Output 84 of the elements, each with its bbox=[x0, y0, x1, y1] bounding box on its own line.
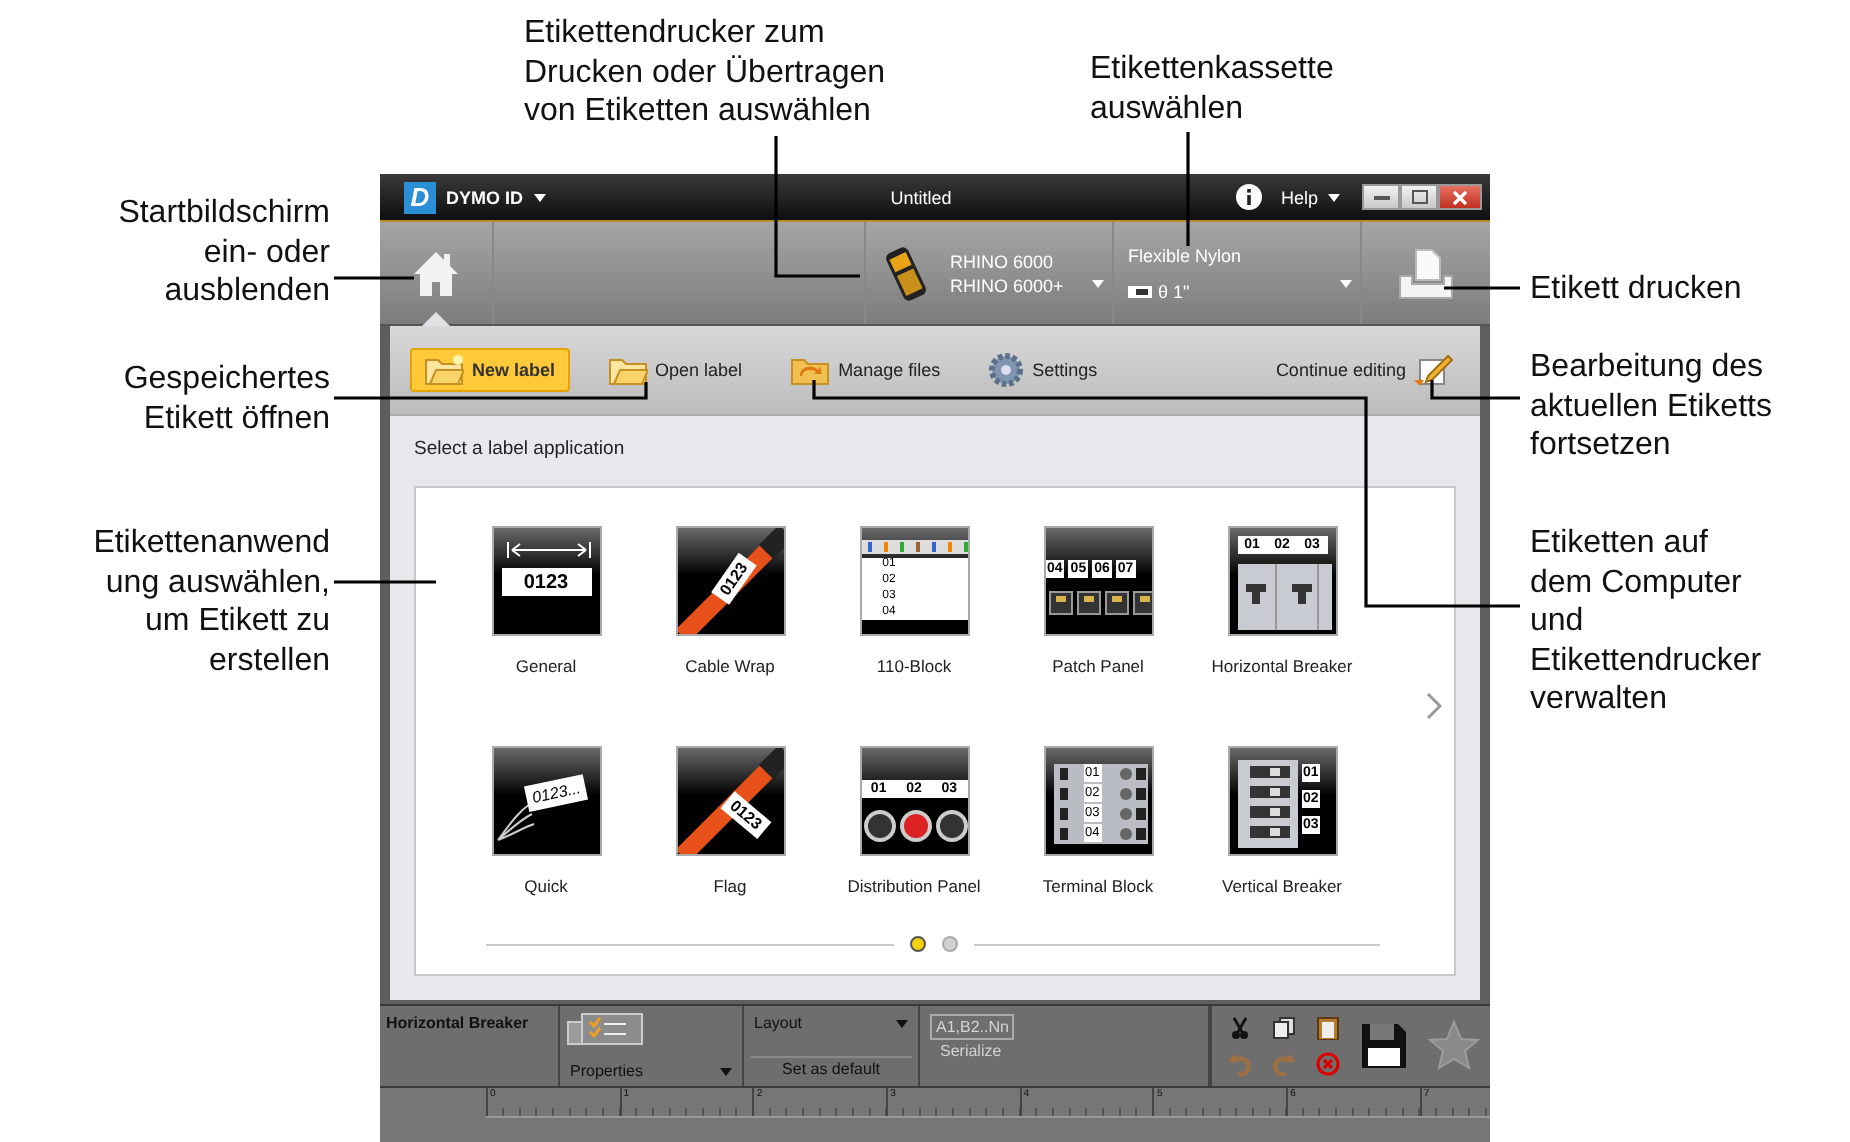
leader-line bbox=[1186, 132, 1190, 246]
caret-icon bbox=[1328, 193, 1340, 201]
callout-text: Gespeichertes Etikett öffnen bbox=[123, 360, 330, 438]
application-label: Distribution Panel bbox=[847, 876, 981, 896]
help-menu[interactable]: Help bbox=[1280, 187, 1318, 207]
breaker-drawing bbox=[1237, 564, 1331, 630]
maximize-button[interactable] bbox=[1400, 184, 1438, 210]
star-icon[interactable] bbox=[1428, 1020, 1480, 1072]
cassette-size: θ 1" bbox=[1158, 281, 1190, 301]
callout-text: Etikett drucken bbox=[1530, 270, 1742, 309]
callout-text: Etikettenanwend ung auswählen, um Etikett zu erstellen bbox=[93, 524, 330, 680]
set-default-button[interactable]: Set as default bbox=[750, 1056, 912, 1080]
callout-text: Etikettenkassette auswählen bbox=[1090, 50, 1334, 128]
application-label: Patch Panel bbox=[1052, 656, 1144, 676]
label-number: 0123 bbox=[521, 573, 571, 591]
properties-icon bbox=[566, 1012, 646, 1048]
printer-name: RHINO 6000+ bbox=[950, 275, 1066, 295]
continue-editing-button[interactable]: Continue editing bbox=[1265, 348, 1464, 392]
application-label: Flag bbox=[713, 876, 747, 896]
close-button[interactable] bbox=[1438, 184, 1482, 210]
tape-icon bbox=[1128, 284, 1152, 298]
socket-row-drawing bbox=[861, 808, 967, 844]
caret-icon bbox=[1092, 279, 1104, 287]
home-icon[interactable] bbox=[412, 249, 460, 297]
leader-line bbox=[774, 136, 860, 278]
folder-arrows-icon bbox=[790, 354, 831, 386]
callout-text: Etiketten auf dem Computer und Etikettendrucker verwalten bbox=[1530, 524, 1762, 719]
layout-dropdown[interactable]: Layout bbox=[750, 1012, 912, 1034]
application-label: 110-Block bbox=[876, 656, 952, 676]
cassette-name: Flexible Nylon bbox=[1128, 245, 1244, 265]
callout-text: Bearbeitung des aktuellen Etiketts fortsetzen bbox=[1530, 348, 1772, 465]
app-logo[interactable]: D bbox=[404, 181, 436, 213]
leader-line bbox=[1444, 286, 1520, 290]
folder-icon bbox=[607, 354, 648, 386]
page-dot[interactable] bbox=[941, 936, 957, 952]
page-dot[interactable] bbox=[909, 936, 925, 952]
callout-text: Startbildschirm ein- oder ausblenden bbox=[118, 194, 330, 311]
application-label: Quick bbox=[524, 876, 568, 896]
properties-dropdown[interactable]: Properties bbox=[566, 1060, 736, 1082]
cable-drawing bbox=[677, 528, 783, 634]
edit-label-icon bbox=[1414, 352, 1454, 388]
breaker-drawing bbox=[1237, 760, 1297, 848]
nav-button[interactable]: Open label bbox=[597, 348, 753, 392]
callout-text: Etikettendrucker zum Drucken oder Übertragen von Etiketten auswählen bbox=[524, 14, 886, 131]
application-thumbnail[interactable]: 0123 bbox=[491, 526, 601, 636]
leader-line bbox=[334, 276, 414, 280]
section-heading: Select a label application bbox=[412, 436, 627, 464]
application-label: General bbox=[515, 656, 577, 676]
cut-icon[interactable] bbox=[1228, 1016, 1252, 1040]
paste-icon[interactable] bbox=[1316, 1016, 1340, 1040]
window-title: Untitled bbox=[888, 187, 954, 207]
application-label: Terminal Block bbox=[1042, 876, 1154, 896]
label-number: 0123... bbox=[522, 773, 588, 813]
application-thumbnail[interactable]: 0123... bbox=[491, 746, 601, 856]
maximize-icon bbox=[1411, 190, 1427, 204]
application-label: Cable Wrap bbox=[685, 656, 775, 676]
nav-button[interactable]: Manage files bbox=[780, 348, 951, 392]
app-menu[interactable]: DYMO ID bbox=[446, 187, 524, 207]
serialize-sample: A1,B2..Nn bbox=[930, 1014, 1015, 1040]
new-folder-icon bbox=[424, 354, 464, 386]
print-icon[interactable] bbox=[1396, 247, 1456, 299]
leader-line bbox=[334, 580, 436, 584]
application-label: Horizontal Breaker bbox=[1211, 656, 1353, 676]
wire-strip-drawing bbox=[861, 540, 967, 554]
caret-icon bbox=[533, 193, 546, 201]
nav-button[interactable]: Settings bbox=[978, 348, 1108, 392]
minimize-icon bbox=[1373, 194, 1389, 200]
copy-icon[interactable] bbox=[1272, 1016, 1296, 1040]
application-label: Vertical Breaker bbox=[1222, 876, 1342, 896]
save-icon[interactable] bbox=[1360, 1022, 1408, 1070]
nav-button[interactable]: New label bbox=[410, 348, 570, 392]
caret-icon bbox=[1340, 279, 1352, 287]
close-icon bbox=[1452, 189, 1468, 205]
caret-icon bbox=[896, 1019, 908, 1027]
gear-icon bbox=[988, 352, 1025, 388]
cable-drawing bbox=[677, 748, 783, 854]
info-icon[interactable] bbox=[1236, 184, 1263, 210]
jack-row-drawing bbox=[1045, 588, 1151, 620]
printer-name: RHINO 6000 bbox=[950, 251, 1056, 271]
caret-icon bbox=[720, 1067, 732, 1075]
cassette-selector[interactable]: Flexible Nylon θ 1" bbox=[1112, 222, 1360, 324]
minimize-button[interactable] bbox=[1362, 184, 1400, 210]
width-arrow-icon bbox=[505, 540, 591, 560]
label-type-name: Horizontal Breaker bbox=[386, 1014, 531, 1032]
